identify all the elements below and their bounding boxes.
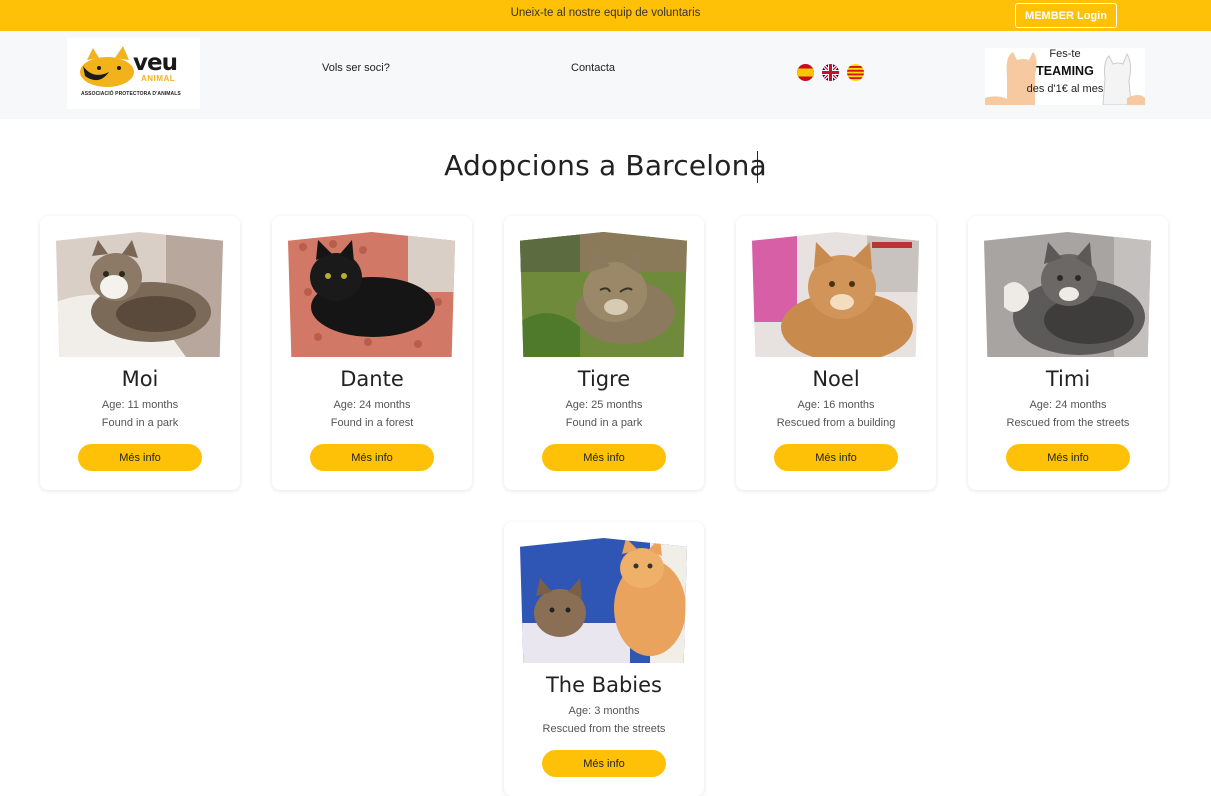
animal-name: Moi bbox=[121, 367, 159, 391]
animal-age: Age: 25 months bbox=[565, 399, 643, 411]
logo-animal-text: ANIMAL bbox=[141, 74, 176, 83]
cat-photo-dante[interactable] bbox=[288, 232, 455, 357]
animal-card-the-babies: The Babies Age: 3 months Rescued from th… bbox=[504, 522, 704, 796]
mes-info-button[interactable]: Més info bbox=[310, 444, 434, 471]
animal-name: Tigre bbox=[577, 367, 631, 391]
mes-info-button[interactable]: Més info bbox=[774, 444, 898, 471]
animal-card-dante: Dante Age: 24 months Found in a forest M… bbox=[272, 216, 472, 490]
animal-origin: Found in a park bbox=[101, 417, 179, 429]
kittens-photo-the-babies[interactable] bbox=[520, 538, 687, 663]
animal-card-moi: Moi Age: 11 months Found in a park Més i… bbox=[40, 216, 240, 490]
animal-origin: Found in a park bbox=[565, 417, 643, 429]
logo-veu-text: veu bbox=[133, 50, 178, 76]
animal-origin: Rescued from a building bbox=[776, 417, 896, 429]
animal-origin: Rescued from the streets bbox=[1006, 417, 1130, 429]
mes-info-button[interactable]: Més info bbox=[78, 444, 202, 471]
teaming-line-2: TEAMING bbox=[1036, 64, 1094, 78]
teaming-line-1: Fes-te bbox=[1049, 48, 1081, 60]
animal-card-timi: Timi Age: 24 months Rescued from the str… bbox=[968, 216, 1168, 490]
mes-info-button[interactable]: Més info bbox=[1006, 444, 1130, 471]
uk-flag-icon[interactable] bbox=[822, 64, 839, 81]
cat-photo-timi[interactable] bbox=[984, 232, 1151, 357]
animal-age: Age: 24 months bbox=[333, 399, 411, 411]
nav-vols-ser-soci[interactable]: Vols ser soci? bbox=[322, 62, 390, 74]
logo-tagline: ASSOCIACIÓ PROTECTORA D'ANIMALS bbox=[81, 91, 181, 97]
teaming-banner[interactable]: Fes-te TEAMING des d'1€ al mes bbox=[985, 48, 1145, 105]
cat-photo-tigre[interactable] bbox=[520, 232, 687, 357]
animal-age: Age: 24 months bbox=[1029, 399, 1107, 411]
animal-name: Timi bbox=[1045, 367, 1091, 391]
animal-name: Dante bbox=[340, 367, 404, 391]
top-announcement-bar: Uneix-te al nostre equip de voluntaris M… bbox=[0, 0, 1211, 31]
site-header: veu ANIMAL ASSOCIACIÓ PROTECTORA D'ANIMA… bbox=[0, 31, 1211, 119]
cat-photo-moi[interactable] bbox=[56, 232, 223, 357]
teaming-line-3: des d'1€ al mes bbox=[1026, 83, 1104, 95]
nav-contacta[interactable]: Contacta bbox=[571, 62, 615, 74]
cat-photo-noel[interactable] bbox=[752, 232, 919, 357]
animal-card-tigre: Tigre Age: 25 months Found in a park Més… bbox=[504, 216, 704, 490]
mes-info-button[interactable]: Més info bbox=[542, 750, 666, 777]
member-login-button[interactable]: MEMBER Login bbox=[1015, 3, 1117, 28]
animal-card-noel: Noel Age: 16 months Rescued from a build… bbox=[736, 216, 936, 490]
animal-age: Age: 3 months bbox=[568, 705, 640, 717]
cat-dog-logo-icon bbox=[80, 46, 134, 87]
animal-origin: Rescued from the streets bbox=[542, 723, 666, 735]
page-title: Adopcions a Barcelona bbox=[444, 149, 767, 182]
animal-age: Age: 11 months bbox=[101, 399, 179, 411]
animal-age: Age: 16 months bbox=[797, 399, 875, 411]
animal-name: The Babies bbox=[545, 673, 663, 697]
catalan-flag-icon[interactable] bbox=[847, 64, 864, 81]
spanish-flag-icon[interactable] bbox=[797, 64, 814, 81]
text-cursor bbox=[757, 151, 758, 183]
mes-info-button[interactable]: Més info bbox=[542, 444, 666, 471]
animal-name: Noel bbox=[812, 367, 860, 391]
veu-animal-logo[interactable]: veu ANIMAL ASSOCIACIÓ PROTECTORA D'ANIMA… bbox=[67, 38, 200, 109]
animal-origin: Found in a forest bbox=[330, 417, 414, 429]
